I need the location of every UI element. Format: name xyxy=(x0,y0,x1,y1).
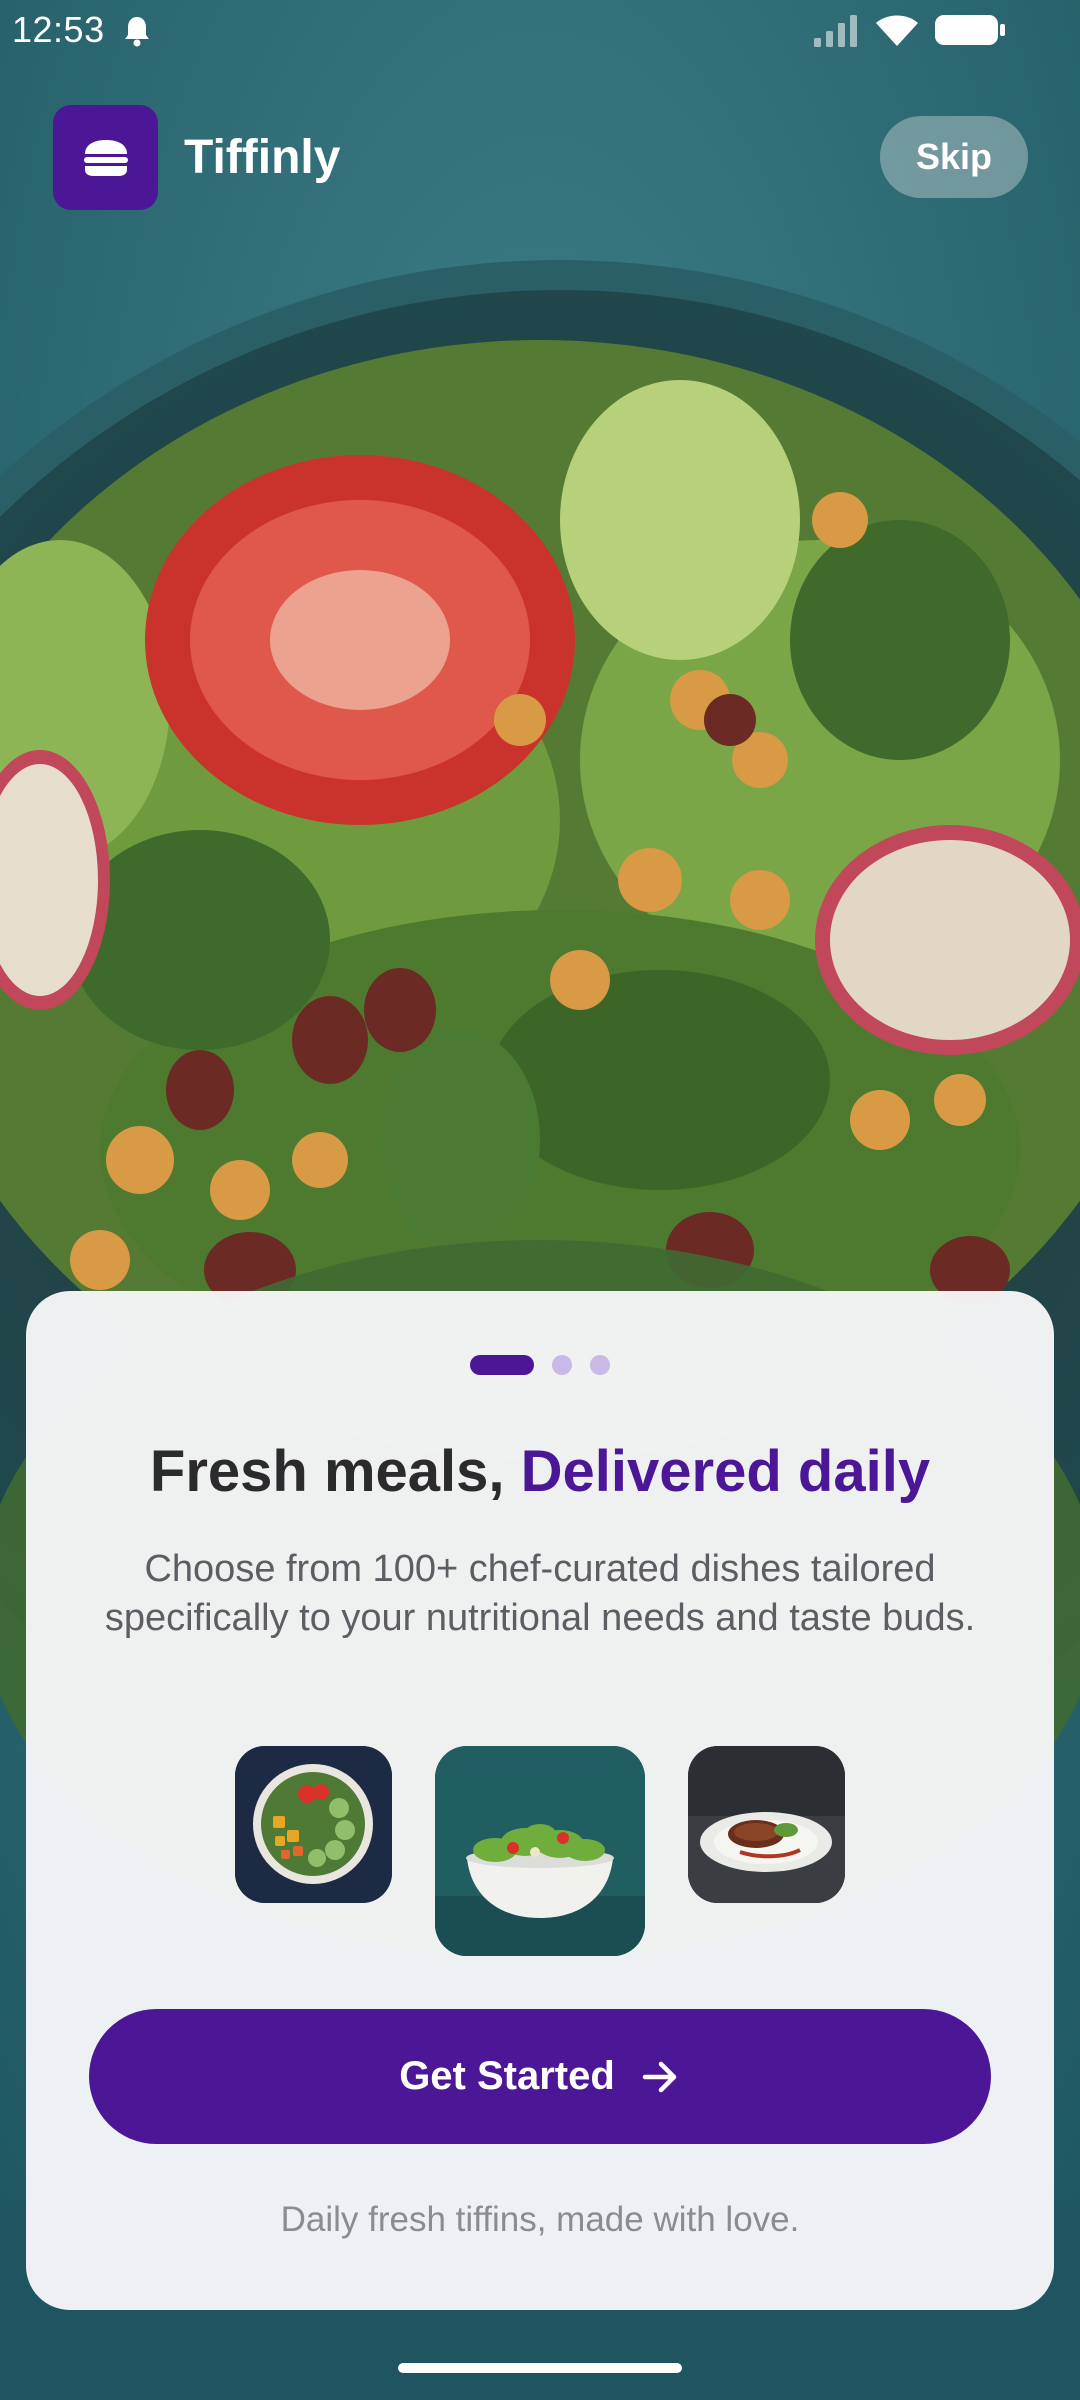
onboarding-card: Fresh meals, Delivered daily Choose from… xyxy=(26,1291,1054,2310)
title-text: Fresh meals, xyxy=(149,1439,521,1504)
salad-bowl-image xyxy=(435,1746,645,1956)
get-started-label: Get Started xyxy=(399,2054,615,2098)
arrow-right-icon xyxy=(642,2061,677,2092)
burger-icon xyxy=(83,139,128,176)
app-logo xyxy=(53,105,158,210)
page-dot[interactable] xyxy=(552,1355,572,1375)
status-bar: 12:53 xyxy=(0,0,1080,62)
veggie-bowl-image xyxy=(235,1746,392,1903)
page-title: Fresh meals, Delivered daily xyxy=(26,1437,1054,1507)
home-indicator[interactable] xyxy=(398,2363,682,2373)
page-dot[interactable] xyxy=(590,1355,610,1375)
page-dot-active[interactable] xyxy=(470,1355,534,1375)
battery-icon xyxy=(935,15,1005,45)
wifi-icon xyxy=(876,15,918,46)
app-name: Tiffinly xyxy=(184,131,341,184)
title-accent-text: Delivered daily xyxy=(520,1439,931,1504)
signal-icon xyxy=(814,15,857,47)
status-time: 12:53 xyxy=(12,9,105,50)
steak-plate-image xyxy=(688,1746,845,1903)
footer-tagline: Daily fresh tiffins, made with love. xyxy=(280,2200,800,2239)
skip-button[interactable]: Skip xyxy=(880,116,1028,198)
page-indicator xyxy=(26,1353,1054,1377)
bell-icon xyxy=(125,17,149,47)
onboarding-screen: 12:53 Tiffinly Skip Fresh meals, Deliver… xyxy=(0,0,1080,2400)
page-description: Choose from 100+ chef-curated dishes tai… xyxy=(104,1548,976,1639)
get-started-button[interactable]: Get Started xyxy=(89,2009,991,2144)
